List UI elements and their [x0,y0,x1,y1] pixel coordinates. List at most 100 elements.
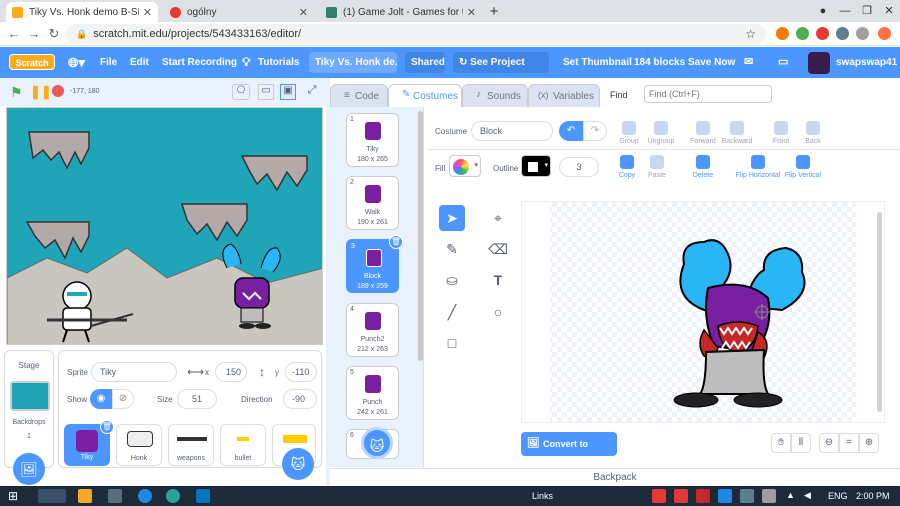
brush-tool-icon[interactable]: ✎ [439,236,465,262]
close-tab-icon[interactable]: ✕ [299,6,308,19]
tab-costumes[interactable]: Costumes [388,84,462,108]
clock[interactable]: 2:00 PM [856,491,890,501]
avatar[interactable] [808,52,830,74]
language-indicator[interactable]: ENG [828,491,848,501]
x-input[interactable]: 150 [215,362,247,382]
hand-tool-icon[interactable]: ✋︎ [771,433,791,453]
stage-target-panel[interactable]: Stage Backdrops 1 🖼︎ [4,350,54,485]
profile-icon[interactable]: ● [812,0,834,22]
internet-explorer-icon[interactable] [138,489,152,503]
convert-to-bitmap-button[interactable]: 🖼︎ Convert to Bitmap [521,432,617,473]
undo-icon[interactable]: ↶ [559,121,583,141]
text-tool-icon[interactable]: T [485,267,511,293]
scratch-logo[interactable]: Scratch [9,54,55,70]
extensions-puzzle-icon[interactable] [856,27,869,40]
backdrop-thumbnail[interactable] [10,381,50,411]
back-arrow-icon[interactable]: ← [6,26,22,42]
tray-icon[interactable] [762,489,776,503]
edge-icon[interactable] [166,489,180,503]
fill-tool-icon[interactable]: ⛀ [439,267,465,293]
zoom-in-icon[interactable]: ⊕ [859,433,879,453]
delete-costume-icon[interactable]: 🗑︎ [389,235,403,249]
costume-list-scrollbar[interactable] [418,111,423,361]
url-field[interactable]: 🔒 scratch.mit.edu/projects/543433163/edi… [66,24,766,44]
line-tool-icon[interactable]: ╱ [439,299,465,325]
forward-button[interactable]: Forward [689,121,717,145]
size-input[interactable]: 51 [177,389,217,409]
links-toolbar[interactable]: Links [532,491,553,501]
store-icon[interactable] [196,489,210,503]
flip-horizontal-button[interactable]: Flip Horizontal [735,155,781,179]
folder-icon[interactable]: ▭ [778,47,788,78]
media-icon[interactable] [108,489,122,503]
green-flag-icon[interactable]: ⚑ [10,84,23,101]
zoom-out-icon[interactable]: ⊖ [819,433,839,453]
back-button[interactable]: Back [801,121,825,145]
paint-canvas[interactable] [521,201,885,423]
costume-thumb-selected[interactable]: 3 Block 189 x 259 🗑︎ [346,235,403,293]
reload-icon[interactable]: ↻ [46,26,62,42]
restore-icon[interactable]: ❐ [856,0,878,22]
close-window-icon[interactable]: ✕ [878,0,900,22]
add-sprite-button[interactable]: 🐱︎ [282,448,314,480]
sprite-name-input[interactable]: Tiky [91,362,177,382]
costume-thumb[interactable]: 5 Punch 242 x 261 [346,366,399,420]
minimize-icon[interactable]: — [834,0,856,22]
network-icon[interactable]: ▲ [786,490,795,500]
costume-thumb[interactable]: 4 Punch2 212 x 263 [346,303,399,357]
extension-icon[interactable] [836,27,849,40]
costume-thumb[interactable]: 1 Tiky 180 x 265 [346,113,399,167]
volume-icon[interactable]: ◀︎ [804,490,811,501]
copy-button[interactable]: Copy [615,155,639,179]
fullscreen-icon[interactable]: ⤢ [304,84,320,100]
circle-tool-icon[interactable]: ○ [485,299,511,325]
canvas-scrollbar[interactable] [877,212,882,412]
find-input[interactable] [644,85,772,103]
sprite-thumb-weapons[interactable]: weapons [168,424,214,466]
fill-color-picker[interactable]: ▾ [449,155,481,177]
show-visible-icon[interactable]: ◉ [90,389,112,409]
delete-button[interactable]: Delete [689,155,717,179]
close-tab-icon[interactable]: ✕ [143,6,152,19]
turbo-icon[interactable]: ⎔ [232,84,250,100]
grid-icon[interactable]: ⦀ [791,433,811,453]
hide-icon[interactable]: ⊘ [112,389,134,409]
tray-icon[interactable] [652,489,666,503]
costume-thumb[interactable]: 2 Walk 190 x 261 [346,176,399,230]
reshape-tool-icon[interactable]: ⌖ [485,205,511,231]
username[interactable]: swapswap41 [836,47,897,78]
tray-icon[interactable] [674,489,688,503]
windows-start-icon[interactable]: ⊞ [6,489,20,503]
outline-color-picker[interactable]: ▾ [521,155,551,177]
close-tab-icon[interactable]: ✕ [467,6,476,19]
browser-tab-scratch[interactable]: Tiky Vs. Honk demo B-SIDE a ✕ [6,2,158,22]
costume-name-input[interactable]: Block [471,121,553,141]
stop-icon[interactable] [52,85,64,97]
tray-icon[interactable] [740,489,754,503]
bookmark-star-icon[interactable]: ☆ [745,27,756,41]
select-tool-icon[interactable]: ➤ [439,205,465,231]
set-thumbnail-button[interactable]: Set Thumbnail [563,47,632,78]
sprite-thumb-honk[interactable]: Honk [116,424,162,466]
flip-vertical-button[interactable]: Flip Vertical [783,155,823,179]
browser-tab-gamejolt[interactable]: (1) Game Jolt - Games for the lo ✕ [320,2,482,22]
globe-icon[interactable]: 🌐︎▾ [68,47,85,78]
delete-sprite-icon[interactable]: 🗑︎ [100,420,114,434]
tutorials-button[interactable]: Tutorials [258,47,299,78]
mystuff-icon[interactable]: ✉ [744,47,753,78]
forward-arrow-icon[interactable]: → [26,26,42,42]
direction-input[interactable]: -90 [283,389,317,409]
extension-icon[interactable] [796,27,809,40]
stage-canvas[interactable] [6,107,323,345]
file-explorer-icon[interactable] [78,489,92,503]
sprite-thumb-tiky[interactable]: Tiky 🗑︎ [64,420,114,466]
ungroup-button[interactable]: Ungroup [647,121,675,145]
file-menu[interactable]: File [100,47,117,78]
add-backdrop-button[interactable]: 🖼︎ [13,453,45,485]
opera-icon[interactable] [816,27,829,40]
sprite-thumb-bullet[interactable]: bullet [220,424,266,466]
see-project-page-button[interactable]: ↻ See Project Page [453,52,549,89]
y-input[interactable]: -110 [285,362,317,382]
small-stage-icon[interactable]: ▭ [258,84,274,100]
extension-icon[interactable] [776,27,789,40]
